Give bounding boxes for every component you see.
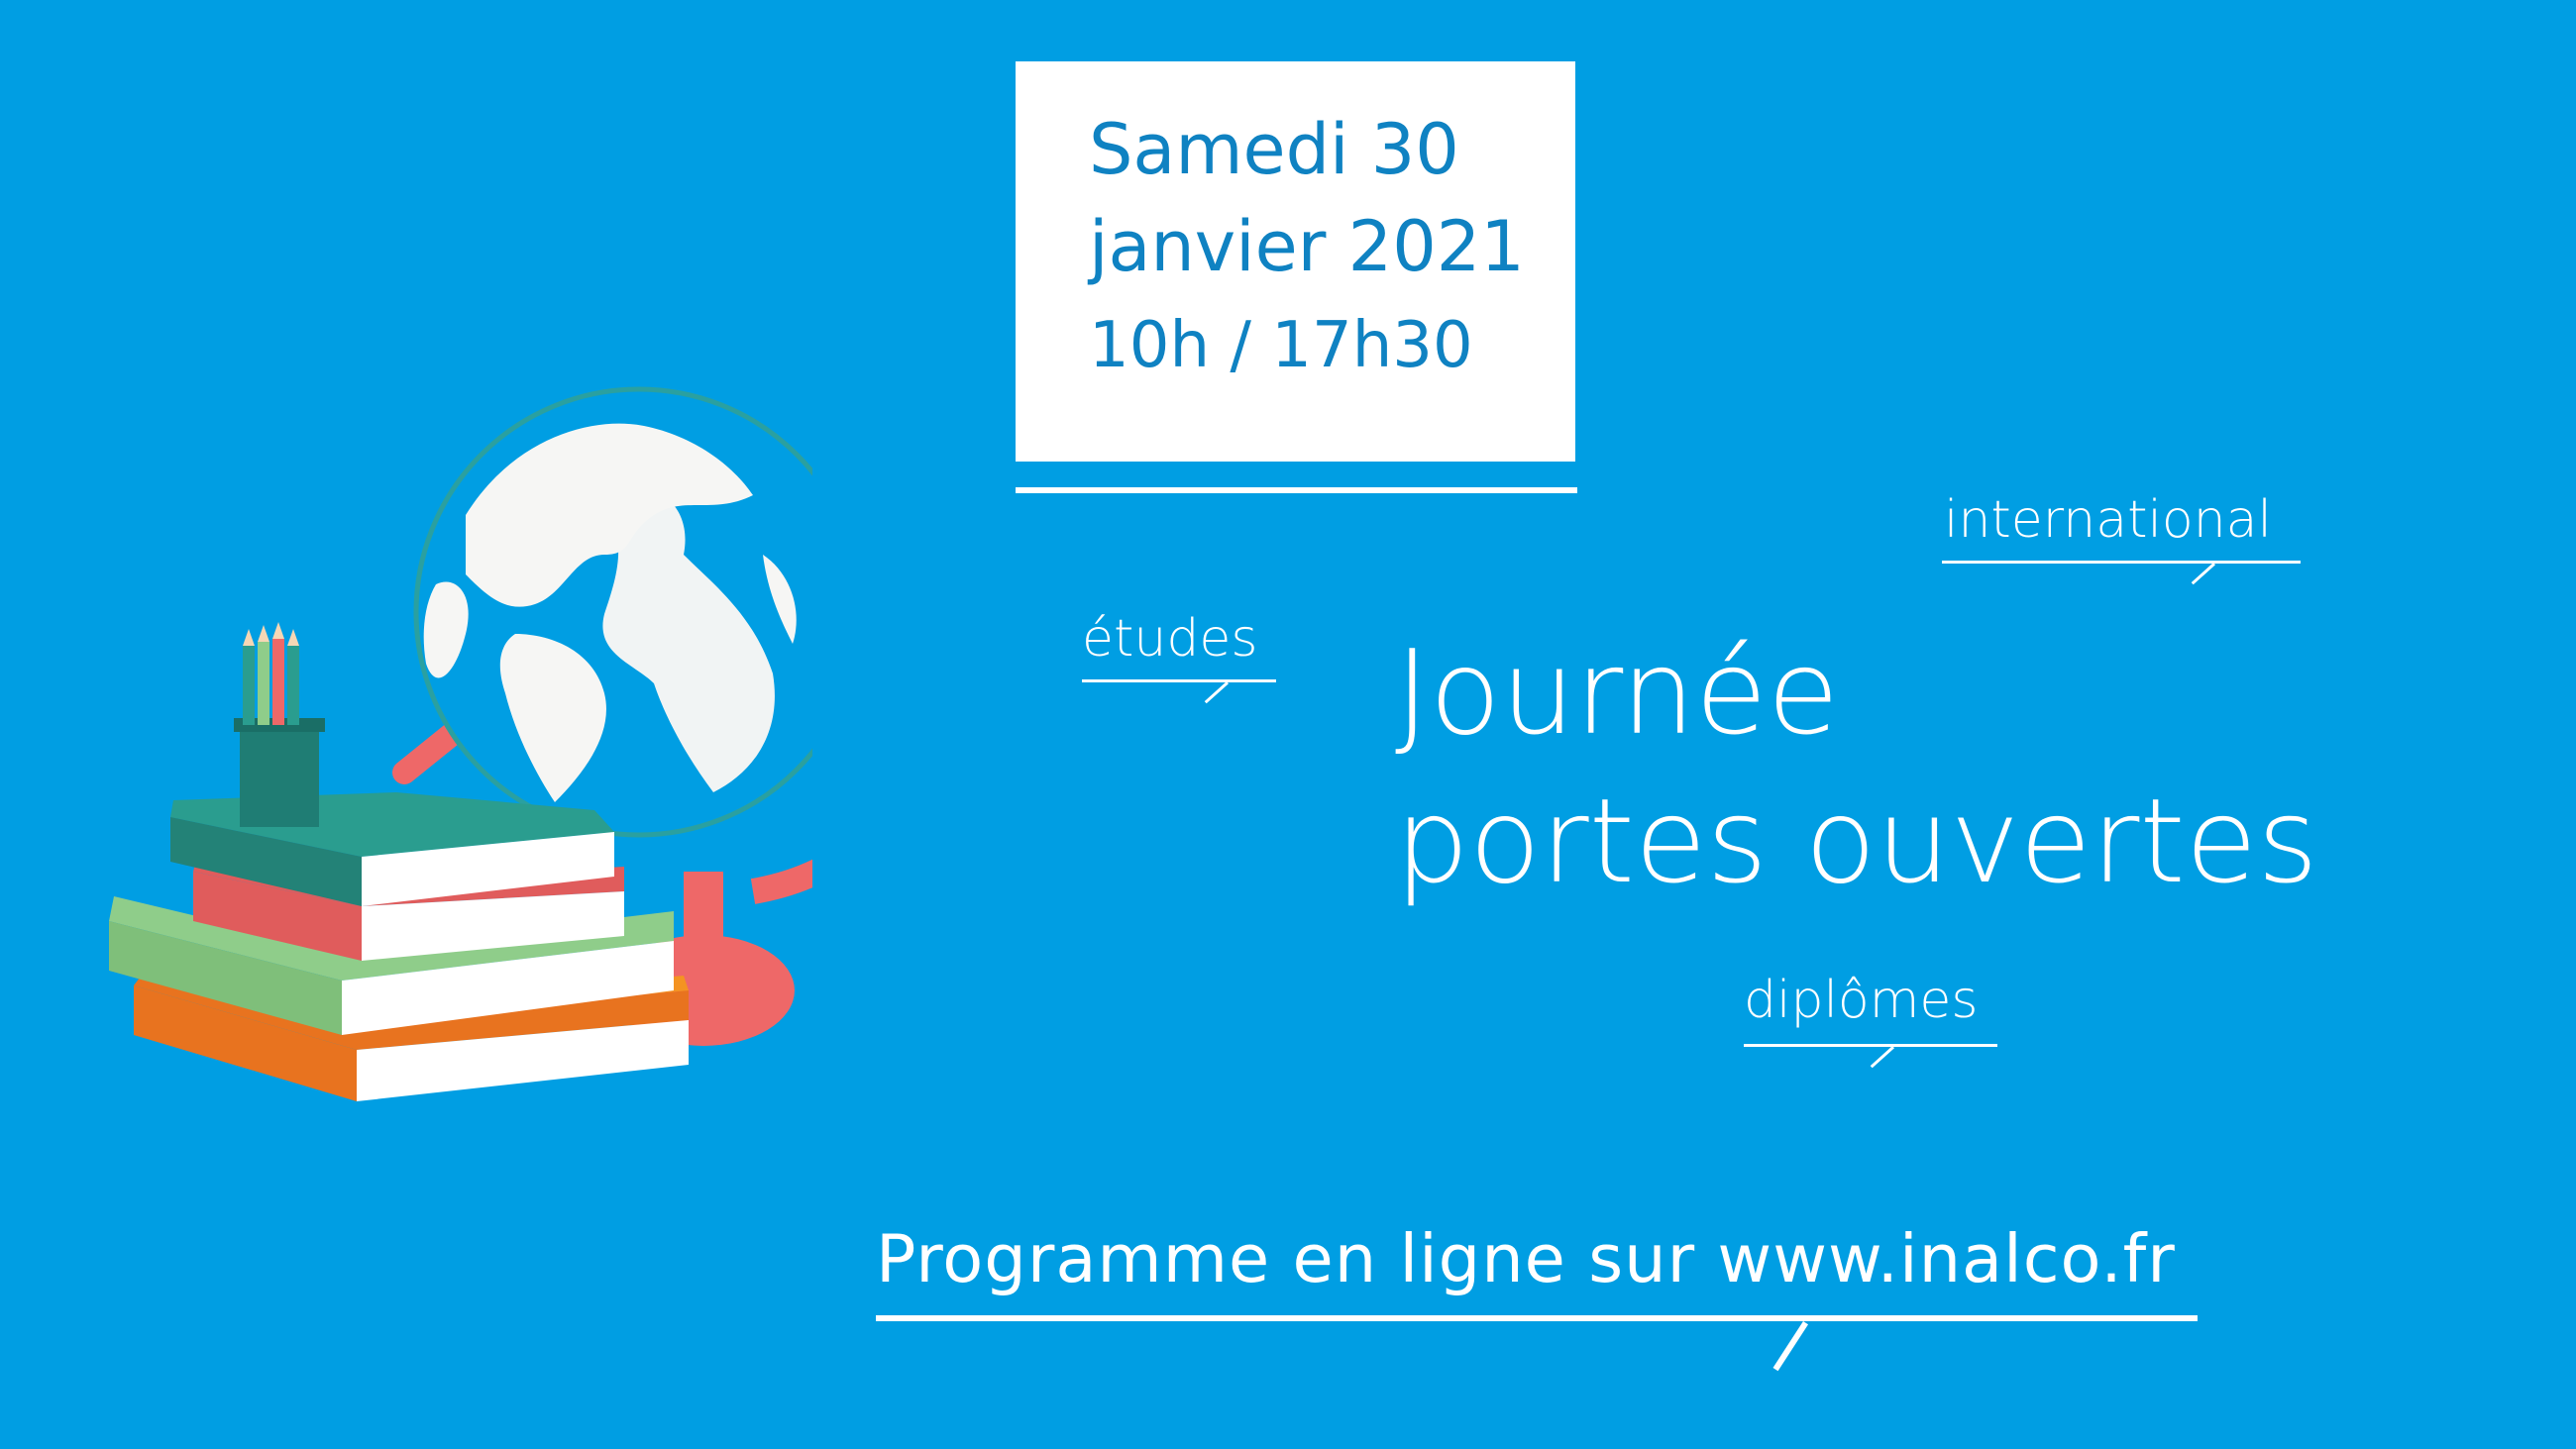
date-month-year: janvier 2021 — [1089, 206, 1525, 287]
tag-diplomes-rule — [1744, 1044, 1997, 1047]
tag-international: international — [1944, 490, 2272, 550]
pencil-cup-icon — [234, 622, 325, 827]
date-hours: 10h / 17h30 — [1089, 309, 1473, 382]
programme-link[interactable]: Programme en ligne sur www.inalco.fr — [876, 1220, 2176, 1297]
tag-etudes: études — [1082, 609, 1258, 669]
tag-diplomes: diplômes — [1744, 971, 1979, 1030]
programme-tick — [1772, 1321, 1809, 1372]
programme-underline — [876, 1315, 2198, 1321]
tag-international-rule — [1942, 561, 2301, 564]
title-line-2: portes ouvertes — [1395, 773, 2318, 909]
books-stack-icon — [109, 792, 689, 1101]
tag-etudes-tick — [1204, 681, 1230, 704]
date-day: Samedi 30 — [1089, 109, 1459, 190]
tag-diplomes-tick — [1870, 1046, 1895, 1069]
illustration — [109, 386, 812, 1101]
date-underline — [1016, 487, 1577, 493]
tag-international-tick — [2191, 563, 2216, 585]
tag-etudes-rule — [1082, 679, 1276, 682]
title-line-1: Journée — [1395, 624, 1840, 761]
